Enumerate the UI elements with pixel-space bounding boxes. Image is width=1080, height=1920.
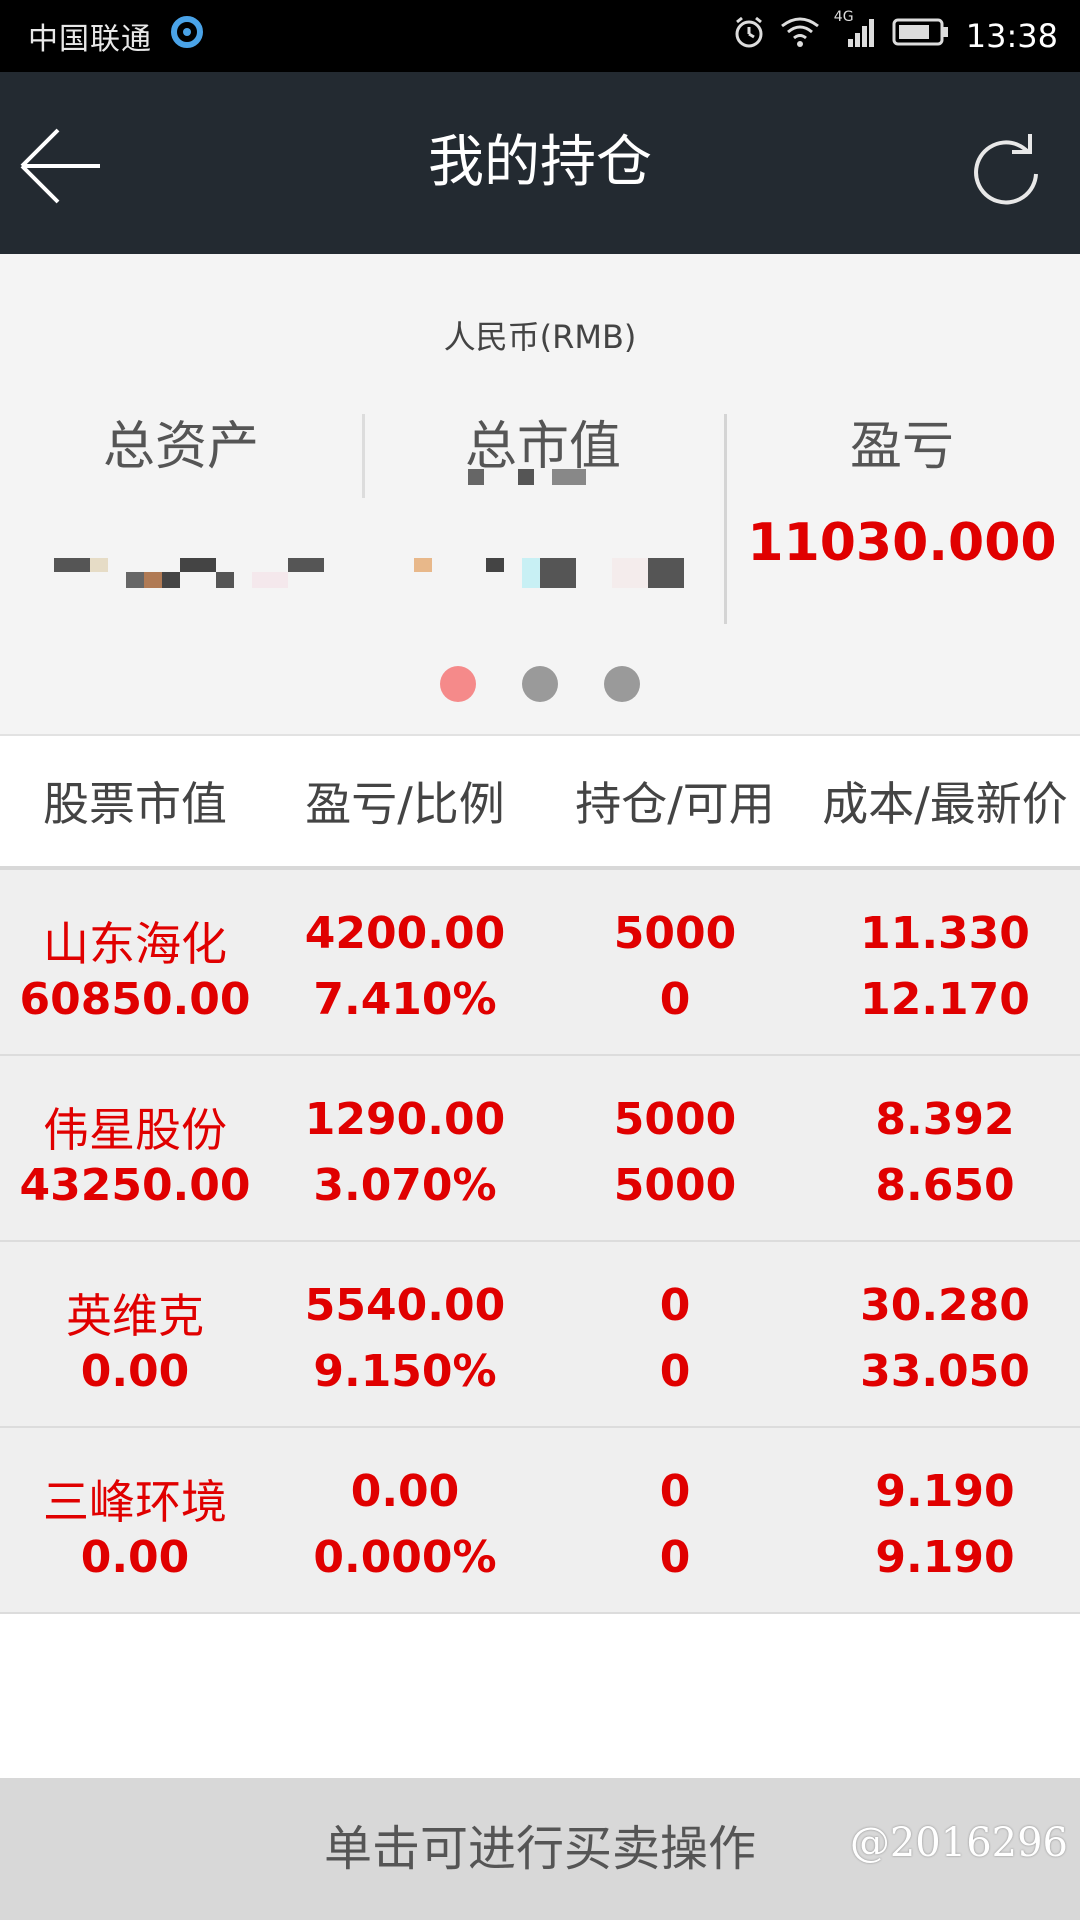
profit-amount: 0.00 bbox=[350, 1466, 460, 1517]
page-dot[interactable] bbox=[604, 666, 640, 702]
stock-name: 伟星股份 bbox=[43, 1103, 227, 1157]
signal-icon: 4G bbox=[834, 9, 878, 57]
network-type-label: 4G bbox=[833, 9, 854, 25]
total-assets-label: 总资产 bbox=[102, 417, 259, 477]
column-market-value: 股票市值 bbox=[43, 777, 227, 831]
back-button[interactable] bbox=[16, 126, 106, 206]
available-qty: 0 bbox=[659, 1532, 691, 1583]
profit-stat: 盈亏 11030.000 bbox=[724, 404, 1080, 634]
profit-ratio: 0.000% bbox=[313, 1532, 497, 1583]
profit-ratio: 3.070% bbox=[313, 1160, 497, 1211]
total-assets-stat: 总资产 bbox=[0, 404, 362, 634]
latest-price: 12.170 bbox=[860, 974, 1030, 1025]
position-qty: 5000 bbox=[613, 908, 737, 959]
latest-price: 33.050 bbox=[860, 1346, 1030, 1397]
profit-label: 盈亏 bbox=[849, 417, 954, 477]
available-qty: 0 bbox=[659, 1346, 691, 1397]
market-value-redacted bbox=[400, 554, 700, 594]
position-qty: 0 bbox=[659, 1280, 691, 1331]
clock: 13:38 bbox=[965, 17, 1058, 55]
available-qty: 0 bbox=[659, 974, 691, 1025]
profit-value: 11030.000 bbox=[747, 513, 1057, 573]
page-dot[interactable] bbox=[522, 666, 558, 702]
stock-market-value: 0.00 bbox=[80, 1532, 190, 1583]
cost-price: 9.190 bbox=[875, 1466, 1015, 1517]
latest-price: 9.190 bbox=[875, 1532, 1015, 1583]
title-bar: 我的持仓 bbox=[0, 72, 1080, 254]
page-dot-active[interactable] bbox=[440, 666, 476, 702]
column-profit-ratio: 盈亏/比例 bbox=[305, 777, 505, 831]
status-bar: 中国联通 4G 13:38 bbox=[0, 0, 1080, 72]
browser-notification-icon bbox=[170, 15, 204, 57]
asset-summary[interactable]: 人民币(RMB) 总资产 总市值 盈亏 11030.000 bbox=[0, 254, 1080, 734]
back-arrow-icon bbox=[20, 128, 100, 204]
carrier-name: 中国联通 bbox=[28, 22, 152, 57]
profit-amount: 1290.00 bbox=[304, 1094, 506, 1145]
holding-row[interactable]: 伟星股份 43250.00 1290.00 3.070% 5000 5000 8… bbox=[0, 1056, 1080, 1242]
column-position-available: 持仓/可用 bbox=[575, 777, 775, 831]
available-qty: 5000 bbox=[613, 1160, 737, 1211]
stock-market-value: 60850.00 bbox=[19, 974, 251, 1025]
holding-row[interactable]: 三峰环境 0.00 0.00 0.000% 0 0 9.190 9.190 bbox=[0, 1428, 1080, 1614]
refresh-icon bbox=[974, 134, 1038, 205]
watermark: @2016296 bbox=[849, 1820, 1068, 1866]
refresh-button[interactable] bbox=[966, 130, 1046, 210]
profit-ratio: 7.410% bbox=[313, 974, 497, 1025]
status-right: 4G 13:38 bbox=[718, 9, 1058, 57]
latest-price: 8.650 bbox=[875, 1160, 1015, 1211]
stock-name: 三峰环境 bbox=[43, 1475, 227, 1529]
cost-price: 30.280 bbox=[860, 1280, 1030, 1331]
column-cost-latest: 成本/最新价 bbox=[822, 777, 1068, 831]
position-qty: 0 bbox=[659, 1466, 691, 1517]
market-value-label-redaction bbox=[462, 469, 602, 499]
market-value-label: 总市值 bbox=[464, 417, 621, 477]
profit-ratio: 9.150% bbox=[313, 1346, 497, 1397]
profit-amount: 4200.00 bbox=[304, 908, 506, 959]
stock-market-value: 0.00 bbox=[80, 1346, 190, 1397]
market-value-stat: 总市值 bbox=[362, 404, 724, 634]
position-qty: 5000 bbox=[613, 1094, 737, 1145]
holding-row[interactable]: 山东海化 60850.00 4200.00 7.410% 5000 0 11.3… bbox=[0, 870, 1080, 1056]
status-left: 中国联通 bbox=[28, 14, 204, 58]
holdings-column-header: 股票市值 盈亏/比例 持仓/可用 成本/最新价 bbox=[0, 734, 1080, 866]
cost-price: 8.392 bbox=[875, 1094, 1015, 1145]
stock-name: 英维克 bbox=[66, 1289, 204, 1343]
profit-amount: 5540.00 bbox=[304, 1280, 506, 1331]
cost-price: 11.330 bbox=[860, 908, 1030, 959]
page-title: 我的持仓 bbox=[428, 130, 652, 195]
wifi-icon bbox=[780, 16, 820, 56]
holding-row[interactable]: 英维克 0.00 5540.00 9.150% 0 0 30.280 33.05… bbox=[0, 1242, 1080, 1428]
total-assets-value-redacted bbox=[40, 554, 340, 594]
holdings-list: 山东海化 60850.00 4200.00 7.410% 5000 0 11.3… bbox=[0, 870, 1080, 1614]
alarm-icon bbox=[732, 15, 766, 57]
battery-icon bbox=[892, 17, 950, 55]
currency-label: 人民币(RMB) bbox=[443, 318, 637, 356]
stock-market-value: 43250.00 bbox=[19, 1160, 251, 1211]
stock-name: 山东海化 bbox=[43, 917, 227, 971]
page-indicator[interactable] bbox=[0, 666, 1080, 706]
